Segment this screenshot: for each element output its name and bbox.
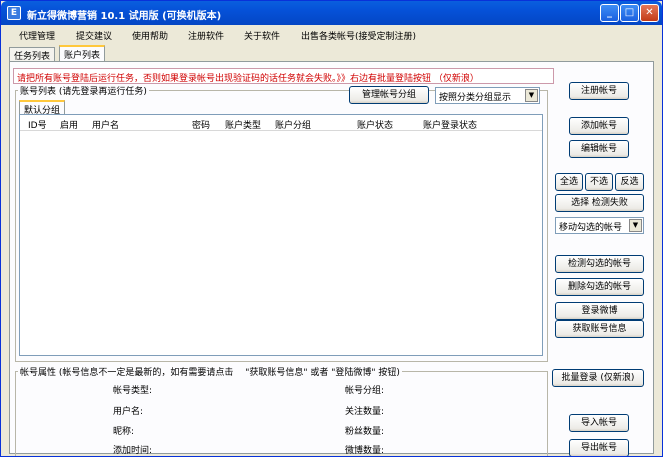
- chevron-down-icon[interactable]: ▼: [629, 219, 642, 232]
- menu-help[interactable]: 使用帮助: [132, 29, 168, 42]
- column-username[interactable]: 用户名: [92, 118, 119, 131]
- app-icon: E: [7, 6, 21, 20]
- column-enabled[interactable]: 启用: [60, 118, 78, 131]
- move-checked-value: 移动勾选的帐号: [559, 223, 623, 233]
- column-login-status[interactable]: 账户登录状态: [423, 118, 477, 131]
- delete-checked-button[interactable]: 删除勾选的帐号: [555, 278, 644, 296]
- column-password[interactable]: 密码: [192, 118, 210, 131]
- column-account-status[interactable]: 账户状态: [357, 118, 393, 131]
- select-none-button[interactable]: 不选: [585, 173, 613, 191]
- column-account-group[interactable]: 账户分组: [275, 118, 311, 131]
- menu-sell-accounts[interactable]: 出售各类帐号(接受定制注册): [301, 29, 416, 42]
- menu-proxy[interactable]: 代理管理: [19, 29, 55, 42]
- menu-feedback[interactable]: 提交建议: [76, 29, 112, 42]
- edit-account-button[interactable]: 编辑帐号: [569, 140, 629, 158]
- move-checked-select[interactable]: 移动勾选的帐号 ▼: [555, 217, 644, 234]
- invert-selection-button[interactable]: 反选: [615, 173, 644, 191]
- main-window: E 新立得微博营销 10.1 试用版 (可换机版本) _ □ ✕ 代理管理 提交…: [0, 0, 663, 457]
- maximize-icon: □: [624, 7, 635, 18]
- group-display-select[interactable]: 按照分类分组显示 ▼: [435, 87, 540, 104]
- maximize-button[interactable]: □: [620, 4, 639, 22]
- check-checked-button[interactable]: 检测勾选的帐号: [555, 255, 644, 273]
- account-properties-group-label: 帐号属性 (帐号信息不一定是最新的，如有需要请点击 "获取账号信息" 或者 "登…: [18, 365, 402, 378]
- close-icon: ✕: [645, 7, 654, 18]
- tab-default-group[interactable]: 默认分组: [19, 100, 66, 116]
- register-account-button[interactable]: 注册帐号: [569, 82, 629, 100]
- prop-weibo-count-label: 微博数量:: [345, 446, 385, 456]
- manage-groups-button[interactable]: 管理帐号分组: [349, 86, 429, 104]
- column-account-type[interactable]: 账户类型: [225, 118, 261, 131]
- login-weibo-button[interactable]: 登录微博: [555, 302, 644, 320]
- prop-username-label: 用户名:: [113, 407, 144, 417]
- add-account-button[interactable]: 添加帐号: [569, 117, 629, 135]
- prop-fans-count-label: 粉丝数量:: [345, 427, 385, 437]
- tab-task-list[interactable]: 任务列表: [9, 47, 56, 62]
- prop-add-time-label: 添加时间:: [113, 446, 153, 456]
- chevron-down-icon[interactable]: ▼: [525, 89, 538, 102]
- fetch-account-info-button[interactable]: 获取账号信息: [555, 320, 644, 338]
- account-table-header: ID号 启用 用户名 密码 账户类型 账户分组 账户状态 账户登录状态: [20, 115, 542, 131]
- login-notice: 请把所有账号登陆后运行任务，否则如果登录帐号出现验证码的话任务就会失败。》》右边…: [13, 68, 554, 84]
- group-display-value: 按照分类分组显示: [439, 93, 512, 103]
- column-id[interactable]: ID号: [28, 118, 47, 131]
- prop-account-type-label: 帐号类型:: [113, 386, 153, 396]
- title-bar[interactable]: E 新立得微博营销 10.1 试用版 (可换机版本) _ □ ✕: [1, 1, 662, 25]
- prop-follow-count-label: 关注数量:: [345, 407, 385, 417]
- menu-register[interactable]: 注册软件: [188, 29, 224, 42]
- close-button[interactable]: ✕: [640, 4, 659, 22]
- menu-about[interactable]: 关于软件: [244, 29, 280, 42]
- prop-nickname-label: 昵称:: [113, 427, 135, 437]
- menu-bar: 代理管理 提交建议 使用帮助 注册软件 关于软件 出售各类帐号(接受定制注册): [1, 25, 662, 45]
- export-accounts-button[interactable]: 导出帐号: [569, 439, 629, 456]
- minimize-button[interactable]: _: [600, 4, 619, 22]
- minimize-icon: _: [607, 7, 612, 18]
- batch-login-button[interactable]: 批量登录 (仅新浪): [552, 369, 644, 387]
- import-accounts-button[interactable]: 导入帐号: [569, 414, 629, 432]
- window-title: 新立得微博营销 10.1 试用版 (可换机版本): [27, 11, 222, 22]
- tab-account-list[interactable]: 账户列表: [59, 45, 106, 62]
- account-table[interactable]: ID号 启用 用户名 密码 账户类型 账户分组 账户状态 账户登录状态: [19, 114, 543, 356]
- select-failed-button[interactable]: 选择 检测失败: [555, 194, 644, 212]
- account-properties-group: [15, 371, 548, 456]
- select-all-button[interactable]: 全选: [555, 173, 583, 191]
- account-list-group-label: 账号列表 (请先登录再运行任务): [18, 84, 149, 97]
- prop-account-group-label: 帐号分组:: [345, 386, 385, 396]
